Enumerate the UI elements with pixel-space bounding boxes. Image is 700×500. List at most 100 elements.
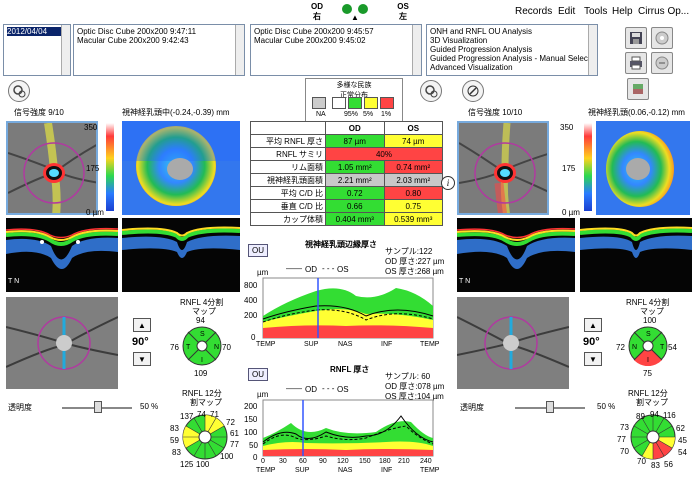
graph1-ytick: 800 — [244, 281, 258, 290]
metrics-header-os: OS — [383, 121, 443, 135]
date-list-scrollbar[interactable] — [61, 25, 70, 75]
menu-help[interactable]: Help — [612, 6, 633, 17]
graph2-xnum: 180 — [379, 458, 391, 465]
graph1-xtick: INF — [381, 341, 393, 348]
analysis-list[interactable]: ONH and RNFL OU Analysis 3D Visualizatio… — [426, 24, 598, 76]
os-opacity-label: 透明度 — [460, 403, 484, 412]
od-quad-s-value: 94 — [196, 316, 205, 325]
os-rotate-up-icon[interactable]: ▲ — [584, 318, 602, 332]
analysis-item[interactable]: Advanced Visualization — [430, 63, 594, 72]
svg-text:N: N — [214, 344, 219, 351]
os-clock-value: 70 — [620, 447, 629, 456]
graph1-ytick: 0 — [251, 333, 256, 342]
graph1-xtick: SUP — [304, 341, 319, 348]
od-scan-scrollbar[interactable] — [235, 25, 244, 75]
menu-records[interactable]: Records — [515, 6, 552, 17]
analysis-item[interactable]: 3D Visualization — [430, 36, 594, 45]
metrics-row: 視神経乳頭面積 2.21 mm² 2.03 mm² — [250, 173, 443, 187]
od-clock-value: 77 — [230, 440, 239, 449]
graph2-xnum: 90 — [319, 458, 327, 465]
os-eye-indicator[interactable] — [358, 4, 368, 14]
od-bscan-vertical[interactable] — [122, 218, 240, 292]
graph1-legend-od-line: —— — [286, 264, 302, 273]
legend-swatch-na — [312, 97, 326, 109]
metric-label: 視神経乳頭面積 — [250, 173, 326, 187]
os-rotate-down-icon[interactable]: ▼ — [584, 352, 602, 366]
os-clock-value: 116 — [663, 411, 676, 420]
graph2-xtick: SUP — [295, 467, 310, 474]
od-clock-value: 72 — [226, 418, 235, 427]
os-fundus-image[interactable] — [457, 121, 549, 215]
od-clock-value: 74 — [197, 410, 206, 419]
od-scan-item[interactable]: Optic Disc Cube 200x200 9:47:11 — [77, 27, 241, 36]
od-bscan-horizontal[interactable]: T N — [6, 218, 118, 292]
analysis-item[interactable]: Guided Progression Analysis — [430, 45, 594, 54]
graph1-ou-button[interactable]: OU — [248, 244, 268, 257]
od-quadrant-map: S T N I — [182, 326, 222, 366]
legend-5: 5% — [363, 111, 374, 118]
analysis-item[interactable]: Guided Progression Analysis - Manual Sel… — [430, 54, 597, 63]
info-icon[interactable]: i — [441, 176, 455, 190]
os-view-toggle-icon[interactable] — [420, 80, 442, 102]
os-quad-n-value: 54 — [668, 343, 677, 352]
menu-cirrus[interactable]: Cirrus Op... — [638, 6, 689, 17]
metric-label: RNFL サミリ — [250, 147, 326, 161]
print-icon[interactable] — [625, 52, 647, 74]
legend-swatch-white — [332, 97, 346, 109]
menu-tools[interactable]: Tools — [584, 6, 607, 17]
save-icon[interactable] — [625, 27, 647, 49]
svg-text:S: S — [646, 331, 651, 338]
graph2-ou-button[interactable]: OU — [248, 368, 268, 381]
os-scan-list[interactable]: Optic Disc Cube 200x200 9:45:57 Macular … — [250, 24, 422, 76]
os-quad-t-value: 72 — [616, 343, 625, 352]
os-quad-s-value: 100 — [643, 316, 657, 325]
layers-icon[interactable] — [627, 78, 649, 100]
legend-title: 多様な民族 — [336, 82, 372, 89]
od-scan-item[interactable]: Macular Cube 200x200 9:42:43 — [77, 36, 241, 45]
metrics-row: カップ体積 0.404 mm³ 0.539 mm³ — [250, 212, 443, 226]
graph2-xtick: TEMP — [420, 467, 440, 474]
svg-text:I: I — [201, 357, 203, 364]
os-bscan-vertical[interactable] — [580, 218, 692, 292]
os-clock-value: 70 — [637, 457, 646, 466]
metrics-header-blank — [250, 121, 326, 135]
od-view-toggle-icon[interactable] — [8, 80, 30, 102]
od-signal-strength: 信号強度 9/10 — [14, 108, 64, 117]
graph1-ytick: 200 — [244, 311, 258, 320]
od-quad-i-value: 109 — [194, 369, 208, 378]
os-opacity-knob[interactable] — [546, 401, 554, 413]
metric-os-value: 0.539 mm³ — [383, 212, 443, 226]
os-angle-value: 90° — [583, 336, 600, 348]
os-clock-value: 83 — [651, 461, 660, 470]
od-rotate-down-icon[interactable]: ▼ — [133, 352, 151, 366]
graph2-ytick: 50 — [249, 441, 258, 450]
os-scan-item[interactable]: Macular Cube 200x200 9:45:02 — [254, 36, 418, 45]
od-rotate-up-icon[interactable]: ▲ — [133, 318, 151, 332]
date-list[interactable]: 2012/04/04 — [3, 24, 71, 76]
graph2-ytick: 200 — [244, 402, 258, 411]
os-clock-value: 94 — [650, 410, 659, 419]
os-slo-image[interactable] — [457, 297, 569, 389]
od-scan-list[interactable]: Optic Disc Cube 200x200 9:47:11 Macular … — [73, 24, 245, 76]
od-thickness-map[interactable] — [122, 121, 240, 215]
date-item[interactable]: 2012/04/04 — [7, 27, 67, 36]
os-clock-value: 89 — [636, 412, 645, 421]
export-icon[interactable] — [651, 52, 673, 74]
os-scale-175: 175 — [562, 164, 576, 173]
graph1-ytick: 400 — [244, 296, 258, 305]
os-scan-item[interactable]: Optic Disc Cube 200x200 9:45:57 — [254, 27, 418, 36]
os-eye-label: OS 左 — [397, 2, 409, 21]
od-fundus-image[interactable] — [6, 121, 98, 215]
disc-icon[interactable] — [651, 27, 673, 49]
os-bscan-horizontal[interactable]: T N — [457, 218, 575, 292]
metric-span-value: 40% — [325, 147, 443, 161]
menu-edit[interactable]: Edit — [558, 6, 575, 17]
compass-icon[interactable] — [462, 80, 484, 102]
os-scan-scrollbar[interactable] — [412, 25, 421, 75]
os-clock-subtitle: 割マップ — [636, 398, 668, 407]
od-opacity-knob[interactable] — [94, 401, 102, 413]
od-slo-image[interactable] — [6, 297, 118, 389]
analysis-list-scrollbar[interactable] — [588, 25, 597, 75]
os-thickness-map[interactable] — [596, 121, 690, 215]
analysis-item[interactable]: ONH and RNFL OU Analysis — [430, 27, 594, 36]
